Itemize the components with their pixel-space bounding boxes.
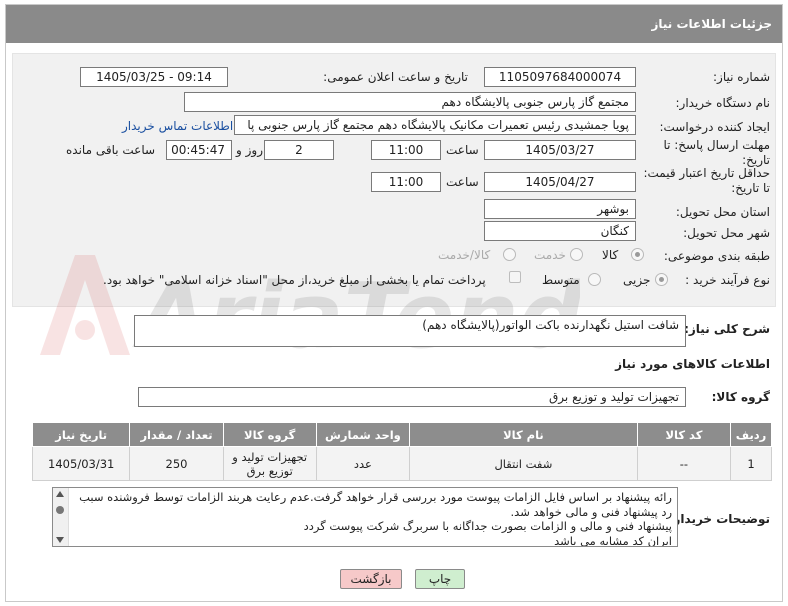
col-name: نام کالا	[409, 422, 638, 447]
buyer-notes-field[interactable]: رائه پیشنهاد بر اساس فایل الزامات پیوست …	[52, 487, 678, 547]
buyer-notes-label: توضیحات خریدار:	[668, 512, 770, 526]
price-date-field[interactable]: 1405/04/27	[484, 172, 636, 192]
col-qty: تعداد / مقدار	[129, 422, 224, 447]
buyer-notes-line: ایران کد مشابه می باشد	[554, 533, 672, 547]
col-unit: واحد شمارش	[315, 422, 411, 447]
col-date: تاریخ نیاز	[31, 422, 131, 447]
category-radio-service[interactable]	[570, 248, 583, 261]
items-table-header: ردیف کد کالا نام کالا واحد شمارش گروه کا…	[31, 422, 772, 447]
need-number-field[interactable]: 1105097684000074	[484, 67, 636, 87]
price-deadline-label: حداقل تاریخ اعتبار قیمت: تا تاریخ:	[643, 166, 770, 195]
province-field[interactable]: بوشهر	[484, 199, 636, 219]
back-button[interactable]: بازگشت	[340, 569, 402, 589]
buyer-org-label: نام دستگاه خریدار:	[675, 96, 771, 110]
payment-note: پرداخت تمام یا بخشی از مبلغ خرید،از محل …	[103, 273, 486, 287]
notes-scrollbar[interactable]	[53, 488, 69, 546]
reply-time-label: ساعت	[446, 143, 479, 157]
category-option-service: خدمت	[534, 248, 566, 262]
reply-deadline-label: مهلت ارسال پاسخ: تا تاریخ:	[663, 138, 770, 167]
cell-qty: 250	[129, 446, 224, 481]
category-radio-both[interactable]	[503, 248, 516, 261]
need-number-label: شماره نیاز:	[713, 70, 770, 84]
category-option-both: کالا/خدمت	[438, 248, 491, 262]
buyer-notes-line: رائه پیشنهاد بر اساس فایل الزامات پیوست …	[79, 490, 672, 504]
cell-name: شفت انتقال	[409, 446, 638, 481]
reply-time-field[interactable]: 11:00	[371, 140, 441, 160]
goods-group-label: گروه کالا:	[711, 390, 770, 404]
requester-field[interactable]: پویا جمشیدی رئیس تعمیرات مکانیک پالایشگا…	[234, 115, 636, 135]
col-group: گروه کالا	[222, 422, 317, 447]
scrollbar-arrows-icon	[56, 491, 64, 543]
announce-field[interactable]: 1405/03/25 - 09:14	[80, 67, 228, 87]
treasury-checkbox[interactable]	[509, 271, 521, 283]
table-row[interactable]: 1 -- شفت انتقال عدد تجهیزات تولید و توزی…	[31, 446, 772, 481]
need-desc-label: شرح کلی نیاز:	[684, 322, 770, 336]
category-radio-goods[interactable]	[631, 248, 644, 261]
requester-label: ایجاد کننده درخواست:	[659, 120, 770, 134]
city-field[interactable]: کنگان	[484, 221, 636, 241]
days-remaining-field[interactable]: 2	[264, 140, 334, 160]
col-row: ردیف	[730, 422, 772, 447]
process-radio-medium[interactable]	[588, 273, 601, 286]
buyer-notes-line: پیشنهاد فنی و مالی و الزامات بصورت جداگا…	[303, 519, 672, 533]
city-label: شهر محل تحویل:	[683, 226, 770, 240]
category-option-goods: کالا	[602, 248, 619, 262]
announce-label: تاریخ و ساعت اعلان عمومی:	[323, 70, 468, 84]
reply-date-field[interactable]: 1405/03/27	[484, 140, 636, 160]
process-option-medium: متوسط	[542, 273, 580, 287]
buyer-contact-link[interactable]: اطلاعات تماس خریدار	[122, 119, 233, 133]
cell-row: 1	[730, 446, 772, 481]
cell-date: 1405/03/31	[31, 446, 131, 481]
province-label: استان محل تحویل:	[675, 205, 770, 219]
remaining-time-field[interactable]: 00:45:47	[166, 140, 232, 160]
process-radio-minor[interactable]	[655, 273, 668, 286]
price-time-field[interactable]: 11:00	[371, 172, 441, 192]
buyer-org-field[interactable]: مجتمع گاز پارس جنوبی پالایشگاه دهم	[184, 92, 636, 112]
buyer-notes-line: رد پیشنهاد فنی و مالی خواهد شد.	[510, 504, 672, 519]
cell-code: --	[636, 446, 732, 481]
process-option-minor: جزیی	[623, 273, 651, 287]
col-code: کد کالا	[636, 422, 732, 447]
days-label: روز و	[236, 143, 263, 157]
page-title: جزئیات اطلاعات نیاز	[6, 5, 782, 43]
goods-info-title: اطلاعات کالاهای مورد نیاز	[615, 357, 770, 371]
print-button[interactable]: چاپ	[415, 569, 465, 589]
process-label: نوع فرآیند خرید :	[685, 273, 770, 287]
price-time-label: ساعت	[446, 175, 479, 189]
category-label: طبقه بندی موضوعی:	[663, 249, 770, 263]
remaining-label: ساعت باقی مانده	[66, 143, 156, 157]
cell-group: تجهیزات تولید و توزیع برق	[222, 446, 317, 481]
cell-unit: عدد	[315, 446, 411, 481]
need-desc-field[interactable]: شافت استیل نگهدارنده باکت الواتور(پالایش…	[134, 315, 686, 347]
goods-group-field[interactable]: تجهیزات تولید و توزیع برق	[138, 387, 686, 407]
items-table: ردیف کد کالا نام کالا واحد شمارش گروه کا…	[31, 422, 772, 481]
